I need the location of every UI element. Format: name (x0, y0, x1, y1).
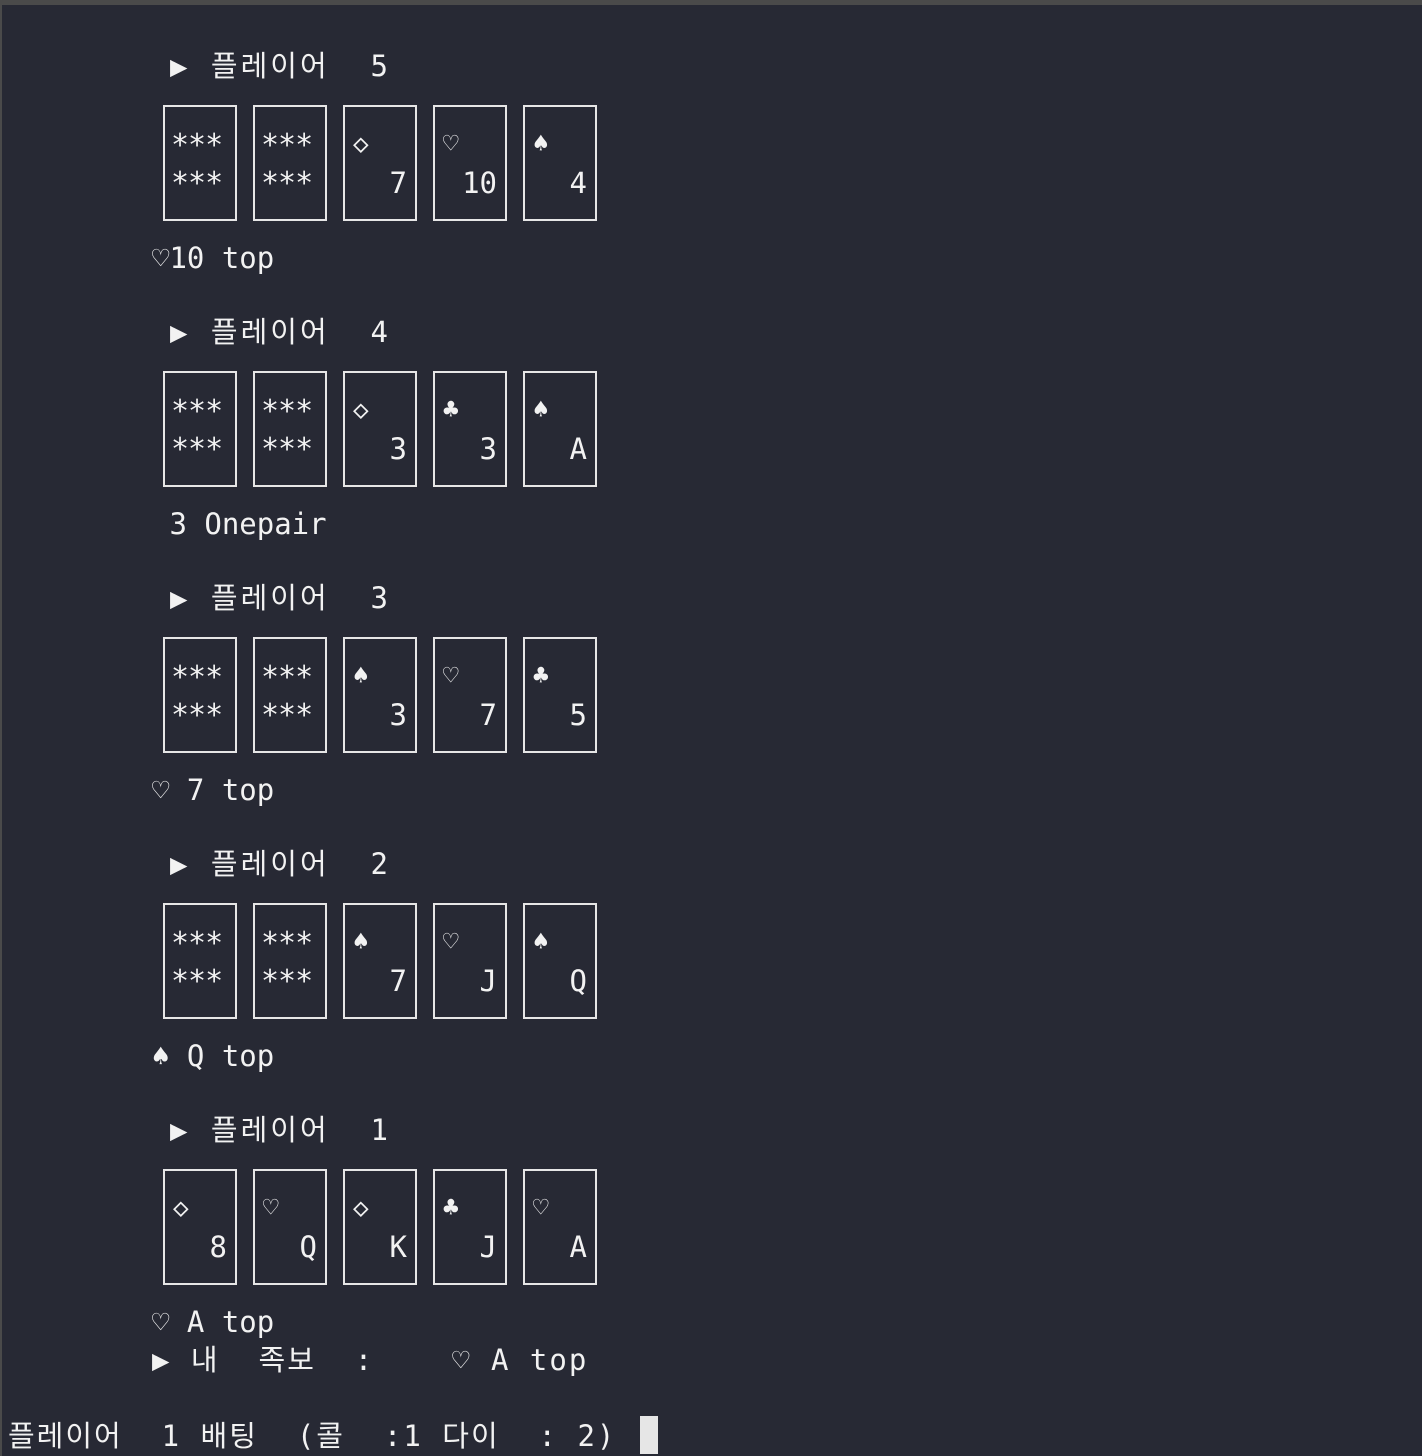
card-suit-icon: ◇ (173, 1193, 189, 1223)
player-1-cards: ◇ 8 ♡ Q ◇ K ♣ J ♡ A (163, 1169, 603, 1285)
player-header-2: ▶ 플레이어 2 (170, 847, 392, 881)
card-rank: 3 (389, 698, 407, 732)
card-rank: 5 (569, 698, 587, 732)
card-rank: A (569, 1230, 587, 1264)
card: ♡ A (523, 1169, 597, 1285)
card-suit-icon: ♡ (443, 927, 459, 957)
card-back-pattern: *** *** (171, 128, 223, 201)
card-rank: 7 (389, 166, 407, 200)
card-suit-icon: ♣ (533, 661, 549, 691)
card-rank: 3 (479, 432, 497, 466)
card-back-pattern: *** *** (171, 660, 223, 733)
player-4-cards: *** *** *** *** ◇ 3 ♣ 3 ♠ A (163, 371, 603, 487)
card-rank: 3 (389, 432, 407, 466)
card-back: *** *** (253, 637, 327, 753)
bet-prompt[interactable]: 플레이어 1 배팅 (콜 :1 다이 : 2) (8, 1416, 616, 1456)
card-rank: 8 (209, 1230, 227, 1264)
card-back: *** *** (163, 903, 237, 1019)
player-header-5: ▶ 플레이어 5 (170, 49, 392, 83)
card: ♠ Q (523, 903, 597, 1019)
card-rank: 4 (569, 166, 587, 200)
player-4-hand-rank: 3 Onepair (152, 507, 327, 541)
card-back-pattern: *** *** (261, 128, 313, 201)
card-back: *** *** (163, 371, 237, 487)
card-suit-icon: ♠ (533, 395, 549, 425)
card: ♡ J (433, 903, 507, 1019)
card-back: *** *** (253, 903, 327, 1019)
card-rank: 7 (479, 698, 497, 732)
card-suit-icon: ♡ (443, 129, 459, 159)
card-suit-icon: ♡ (263, 1193, 279, 1223)
card: ♠ 4 (523, 105, 597, 221)
card-suit-icon: ◇ (353, 129, 369, 159)
card: ◇ 7 (343, 105, 417, 221)
player-2-cards: *** *** *** *** ♠ 7 ♡ J ♠ Q (163, 903, 603, 1019)
card-back-pattern: *** *** (261, 926, 313, 999)
terminal-cursor[interactable] (640, 1416, 658, 1454)
card-rank: J (479, 1230, 497, 1264)
card-suit-icon: ◇ (353, 395, 369, 425)
card: ♠ 7 (343, 903, 417, 1019)
my-hand-summary: ▶ 내 족보 : ♡ A top (152, 1343, 589, 1377)
player-2-hand-rank: ♠ Q top (152, 1039, 275, 1073)
player-header-1: ▶ 플레이어 1 (170, 1113, 392, 1147)
card-suit-icon: ♣ (443, 1193, 459, 1223)
card: ♠ 3 (343, 637, 417, 753)
player-5-hand-rank: ♡10 top (152, 241, 275, 275)
card-rank: A (569, 432, 587, 466)
player-1-hand-rank: ♡ A top (152, 1305, 275, 1339)
player-5-cards: *** *** *** *** ◇ 7 ♡ 10 ♠ 4 (163, 105, 603, 221)
card: ◇ 8 (163, 1169, 237, 1285)
card-suit-icon: ♡ (443, 661, 459, 691)
card-back: *** *** (253, 105, 327, 221)
card-rank: 10 (462, 166, 497, 200)
card-suit-icon: ♠ (353, 661, 369, 691)
card-back: *** *** (253, 371, 327, 487)
card-suit-icon: ♠ (353, 927, 369, 957)
card: ♣ 3 (433, 371, 507, 487)
card-rank: Q (299, 1230, 317, 1264)
card: ♡ 10 (433, 105, 507, 221)
card: ♡ 7 (433, 637, 507, 753)
player-3-hand-rank: ♡ 7 top (152, 773, 275, 807)
card: ◇ K (343, 1169, 417, 1285)
card-back: *** *** (163, 637, 237, 753)
card-back-pattern: *** *** (171, 926, 223, 999)
card-rank: 7 (389, 964, 407, 998)
player-header-4: ▶ 플레이어 4 (170, 315, 392, 349)
card-back-pattern: *** *** (261, 394, 313, 467)
card-suit-icon: ♠ (533, 129, 549, 159)
card-rank: J (479, 964, 497, 998)
card-rank: Q (569, 964, 587, 998)
card-rank: K (389, 1230, 407, 1264)
card: ♡ Q (253, 1169, 327, 1285)
terminal-output: ▶ 플레이어 5 *** *** *** *** ◇ 7 ♡ 10 ♠ 4 ♡1… (0, 0, 1422, 1456)
card-suit-icon: ♠ (533, 927, 549, 957)
card: ♣ J (433, 1169, 507, 1285)
card-back-pattern: *** *** (261, 660, 313, 733)
player-header-3: ▶ 플레이어 3 (170, 581, 392, 615)
card-suit-icon: ♡ (533, 1193, 549, 1223)
card: ♠ A (523, 371, 597, 487)
card-suit-icon: ♣ (443, 395, 459, 425)
card: ◇ 3 (343, 371, 417, 487)
card-back-pattern: *** *** (171, 394, 223, 467)
card: ♣ 5 (523, 637, 597, 753)
player-3-cards: *** *** *** *** ♠ 3 ♡ 7 ♣ 5 (163, 637, 603, 753)
card-back: *** *** (163, 105, 237, 221)
card-suit-icon: ◇ (353, 1193, 369, 1223)
